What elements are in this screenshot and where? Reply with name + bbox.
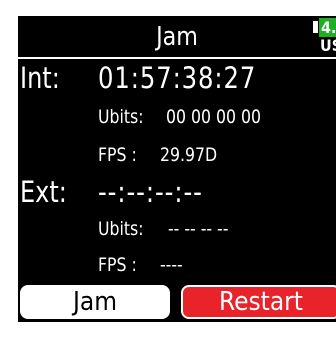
timecode-screen: Jam 4.9 USB Int: 01:57:38:27 Ubits: 00 0… xyxy=(18,16,336,322)
internal-fps-label: FPS : xyxy=(98,144,137,166)
power-source-label: USB xyxy=(320,36,336,55)
external-ubits-value: -- -- -- -- xyxy=(168,218,229,240)
internal-fps-value: 29.97D xyxy=(160,144,218,166)
external-fps-label: FPS : xyxy=(98,254,137,276)
external-fps-value: ---- xyxy=(160,254,183,276)
external-timecode: --:--:--:-- xyxy=(98,175,203,209)
external-ubits-label: Ubits: xyxy=(98,218,144,240)
header-divider xyxy=(18,57,336,59)
battery-terminal-icon xyxy=(313,21,318,33)
internal-ubits-value: 00 00 00 00 xyxy=(166,106,262,128)
page-title: Jam xyxy=(156,22,198,52)
battery-indicator: 4.9 xyxy=(319,18,336,37)
internal-label: Int: xyxy=(20,61,60,95)
internal-timecode: 01:57:38:27 xyxy=(98,61,257,95)
internal-ubits-label: Ubits: xyxy=(98,106,144,128)
jam-button[interactable]: Jam xyxy=(20,285,170,319)
restart-button[interactable]: Restart xyxy=(181,285,336,319)
external-label: Ext: xyxy=(20,175,67,209)
